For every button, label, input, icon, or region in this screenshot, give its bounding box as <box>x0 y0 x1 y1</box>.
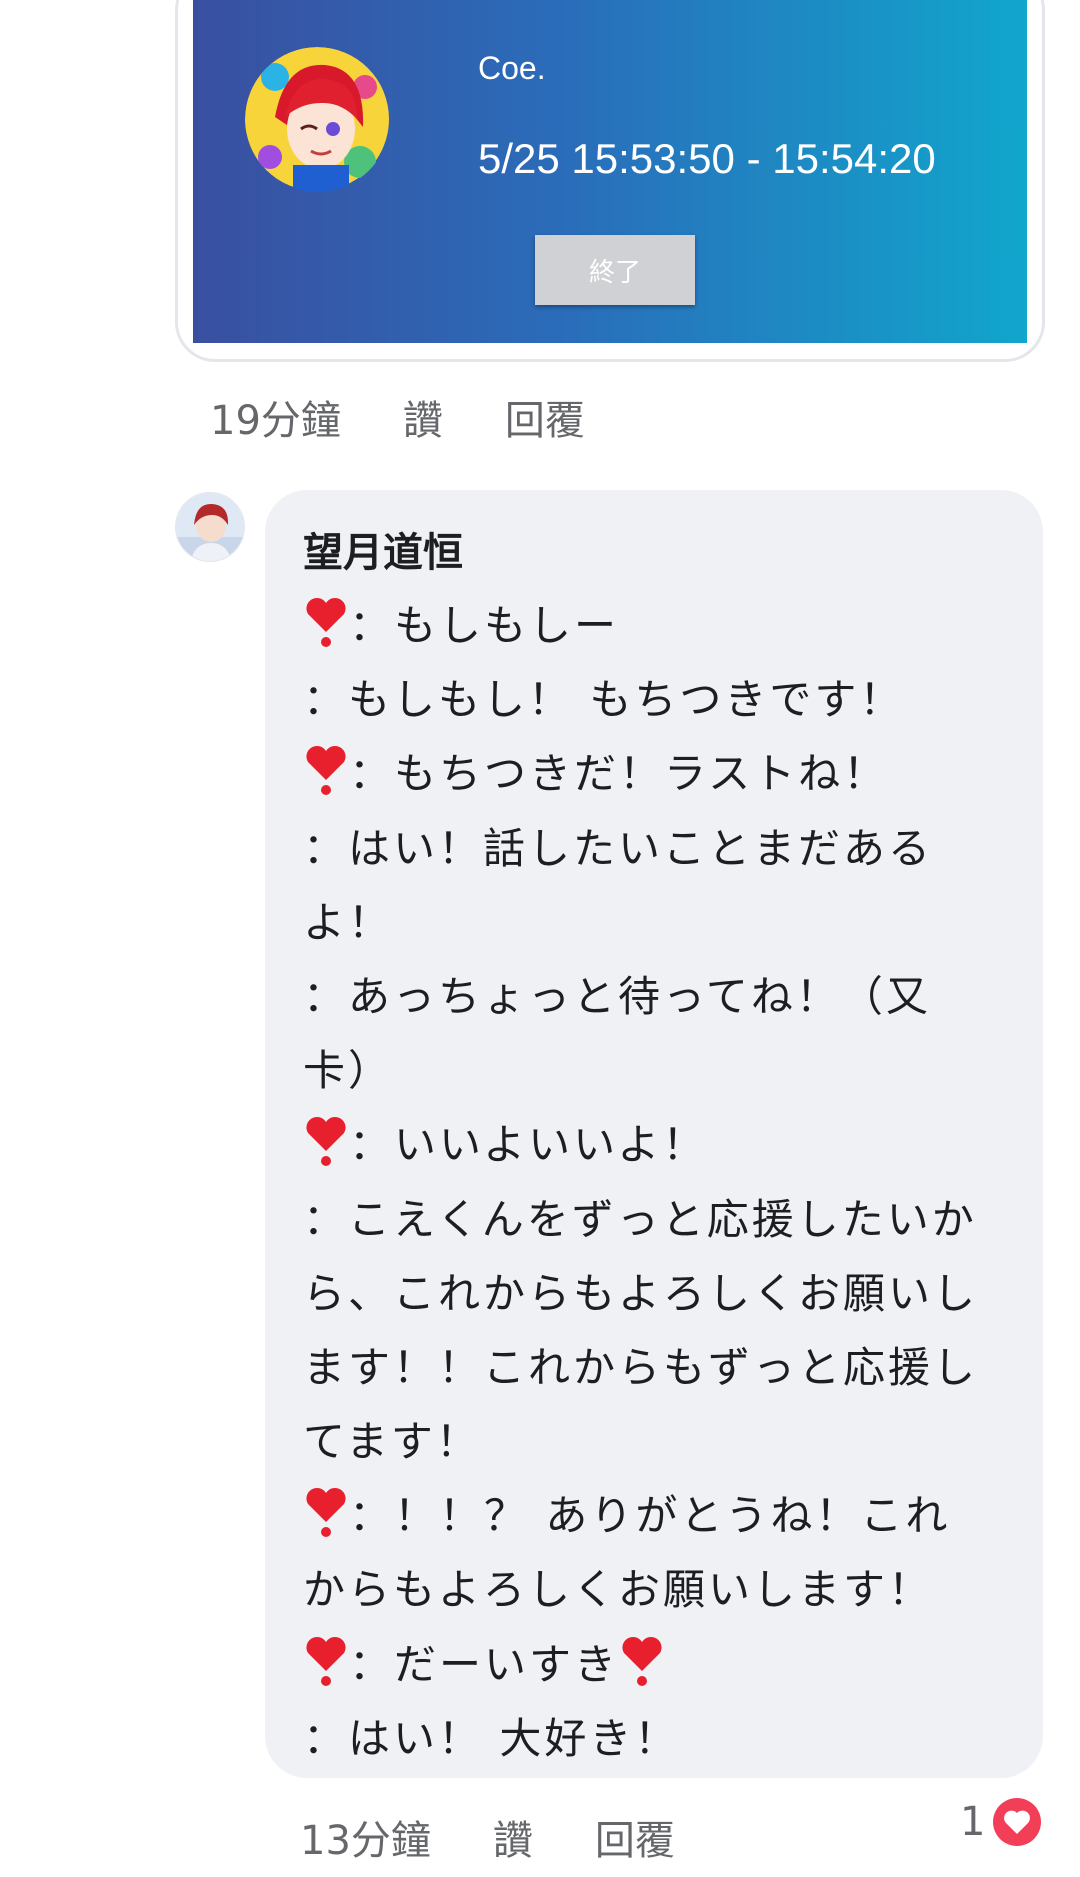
post-timestamp[interactable]: 19分鐘 <box>210 388 341 446</box>
comment-bubble: 望月道恒 ：もしもしー ：もしもし！ もちつきです！ ：もちつきだ！ラストね！ ：はい… <box>265 490 1043 1778</box>
page: Coe. 5/25 15:53:50 - 15:54:20 終了 19分鐘 讚 … <box>0 0 1080 1877</box>
post-reply-button[interactable]: 回覆 <box>505 388 585 446</box>
comment-line: からもよろしくお願いします！ <box>303 1553 1005 1627</box>
heart-exclamation-icon <box>306 1636 346 1686</box>
heart-reaction-icon <box>993 1798 1042 1846</box>
comment-actions: 13分鐘 讚 回覆 <box>300 1808 675 1866</box>
comment-line-text: ：もしもし！ もちつきです！ <box>303 675 905 725</box>
comment-line-text: ：はい！ 大好き！ <box>303 1713 680 1763</box>
post-actions: 19分鐘 讚 回覆 <box>210 388 585 446</box>
comment-line-text: ます！！これからもずっと応援し <box>303 1342 979 1392</box>
comment-line: ：こえくんをずっと応援したいか <box>303 1183 1005 1257</box>
comment-line-text: ：はい！話したいことまだある <box>303 823 934 873</box>
comment-line-text: 卡） <box>303 1046 394 1096</box>
comment-line: ：はい！話したいことまだある <box>303 812 1005 886</box>
comment-line: ます！！これからもずっと応援し <box>303 1331 1005 1405</box>
comment-line: よ！ <box>303 886 1005 960</box>
comment-line-text: よ！ <box>303 897 394 947</box>
comment-line-text: ：だーいすき <box>349 1639 620 1689</box>
comment-line: ：もしもし！ もちつきです！ <box>303 663 1005 737</box>
comment-line: ：いいよいいよ！ <box>303 1108 1005 1182</box>
comment-line-text: ：いいよいいよ！ <box>349 1120 708 1170</box>
comment-timestamp[interactable]: 13分鐘 <box>300 1808 431 1866</box>
reaction-count: 1 <box>960 1799 986 1845</box>
comment-line: ：！！？ ありがとうね！これ <box>303 1479 1005 1553</box>
comment-line: ら、これからもよろしくお願いし <box>303 1257 1005 1331</box>
comment-line: ：だーいすき <box>303 1628 1005 1702</box>
comment-line-text: ：！！？ ありがとうね！これ <box>349 1491 951 1541</box>
reaction-summary[interactable]: 1 <box>960 1798 1042 1846</box>
comment-line-text: ：もちつきだ！ラストね！ <box>349 749 889 799</box>
live-time-range: 5/25 15:53:50 - 15:54:20 <box>478 135 936 182</box>
comment-line: 卡） <box>303 1034 1005 1108</box>
streamer-avatar <box>245 47 390 192</box>
heart-exclamation-icon <box>306 746 346 796</box>
comment-line-text: からもよろしくお願いします！ <box>303 1565 934 1615</box>
heart-exclamation-icon <box>306 1117 346 1167</box>
streamer-name: Coe. <box>478 50 546 86</box>
comment-line: ：はい！ 大好き！ <box>303 1702 1005 1776</box>
end-button[interactable]: 終了 <box>535 235 695 305</box>
comment-line-text: ：こえくんをずっと応援したいか <box>303 1194 977 1244</box>
comment-line-text: てます！ <box>303 1417 481 1467</box>
comment-author[interactable]: 望月道恒 <box>303 517 1005 589</box>
comment-line: ：あっちょっと待ってね！（又 <box>303 960 1005 1034</box>
commenter-avatar[interactable] <box>175 492 245 562</box>
comment-line-text: ：もしもしー <box>349 601 620 650</box>
heart-exclamation-icon <box>306 597 346 647</box>
comment-line-text: ：あっちょっと待ってね！（又 <box>303 971 931 1021</box>
post-like-button[interactable]: 讚 <box>403 388 443 446</box>
comment-line-text: ら、これからもよろしくお願いし <box>303 1268 979 1318</box>
comment-like-button[interactable]: 讚 <box>493 1808 533 1866</box>
comment-body: ：もしもしー ：もしもし！ もちつきです！ ：もちつきだ！ラストね！ ：はい！話したい… <box>303 589 1005 1776</box>
comment-line: ：もしもしー <box>303 589 1005 663</box>
heart-exclamation-icon <box>306 1488 346 1538</box>
heart-exclamation-icon <box>622 1636 662 1686</box>
comment-line: てます！ <box>303 1405 1005 1479</box>
comment-reply-button[interactable]: 回覆 <box>595 1808 675 1866</box>
comment-line: ：もちつきだ！ラストね！ <box>303 737 1005 811</box>
